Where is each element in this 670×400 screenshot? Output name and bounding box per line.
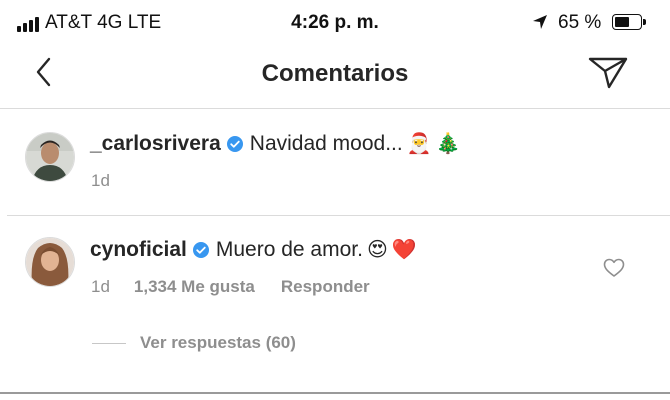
bottom-divider — [0, 392, 670, 394]
comment-meta: 1d 1,334 Me gusta Responder — [91, 277, 370, 297]
verified-badge-icon — [226, 135, 243, 152]
page-title: Comentarios — [261, 60, 409, 87]
view-replies-rule — [92, 342, 126, 344]
caption-timestamp: 1d — [91, 171, 110, 190]
reply-button[interactable]: Responder — [281, 277, 370, 297]
comment-timestamp: 1d — [91, 277, 110, 296]
battery-icon — [612, 14, 642, 30]
navigation-bar: Comentarios — [0, 46, 670, 109]
caption-meta: 1d — [91, 171, 110, 191]
heart-outline-icon — [603, 258, 625, 277]
comment-text: cynoficial Muero de amor. 😍 ❤️ — [90, 237, 417, 262]
comment-username[interactable]: cynoficial — [90, 238, 187, 262]
comment-message: Muero de amor. — [215, 237, 363, 261]
divider — [7, 215, 670, 216]
red-heart-emoji-icon: ❤️ — [391, 239, 417, 261]
like-comment-button[interactable] — [603, 258, 625, 278]
santa-emoji-icon: 🎅 — [406, 133, 432, 155]
caption-text: _carlosrivera Navidad mood... 🎅 🎄 — [90, 131, 461, 156]
heart-eyes-emoji-icon: 😍 — [366, 239, 388, 261]
share-button[interactable] — [585, 52, 631, 92]
caption-message: Navidad mood... — [249, 131, 403, 155]
battery-tip — [643, 19, 646, 25]
view-replies-button[interactable]: Ver respuestas (60) — [92, 333, 296, 353]
caption-avatar-photo — [26, 133, 74, 181]
caption-username[interactable]: _carlosrivera — [90, 132, 221, 156]
battery-percentage: 65 % — [558, 12, 602, 33]
view-replies-label: Ver respuestas (60) — [140, 333, 296, 352]
paper-plane-icon — [588, 57, 628, 89]
avatar[interactable] — [25, 237, 75, 287]
battery-level-fill — [615, 17, 629, 27]
christmas-tree-emoji-icon: 🎄 — [435, 133, 461, 155]
status-bar: AT&T 4G LTE 4:26 p. m. 65 % — [0, 0, 670, 46]
location-arrow-icon — [533, 15, 547, 29]
avatar[interactable] — [25, 132, 75, 182]
comment-likes-count[interactable]: 1,334 Me gusta — [134, 277, 255, 297]
verified-badge-icon — [192, 241, 209, 258]
comment-avatar-photo — [26, 238, 74, 286]
